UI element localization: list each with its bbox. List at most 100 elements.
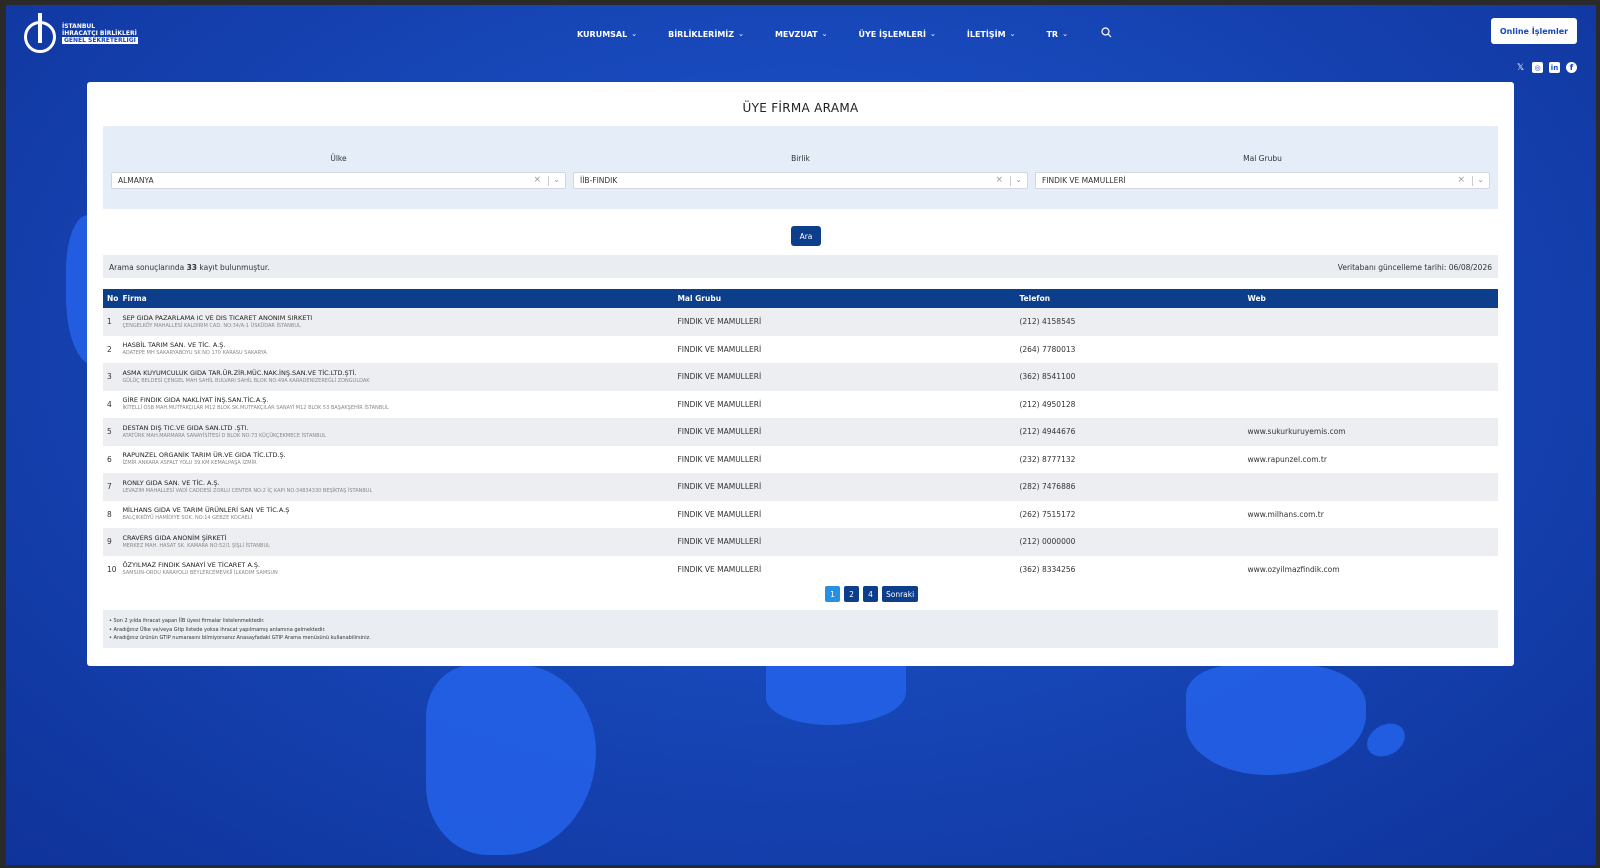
nav-item-iletisim[interactable]: İLETİŞİM ⌄ [967, 30, 1016, 39]
nav-item-birliklerimiz[interactable]: BİRLİKLERİMİZ ⌄ [668, 30, 744, 39]
row-number: 8 [107, 509, 112, 519]
firm-address: İZMİR ANKARA ASFALT YOLU 39.KM KEMALPAŞA… [122, 460, 257, 467]
product-group-cell: FINDIK VE MAMULLERİ [677, 344, 762, 354]
row-number: 6 [107, 454, 112, 464]
web-link[interactable] [1243, 528, 1498, 556]
filter-product-group: Mal Grubu FINDIK VE MAMULLERİ × ⌄ [1035, 154, 1490, 189]
firm-cell: DESTAN DIŞ TIC.VE GIDA SAN.LTD .ŞTI. ATAT… [118, 418, 673, 446]
next-page-button[interactable]: Sonraki [882, 586, 919, 602]
table-row: 1 SEP GIDA PAZARLAMA IC VE DIS TICARET AN… [103, 308, 1498, 336]
page-button[interactable]: 4 [863, 586, 878, 602]
firm-cell: RONLY GIDA SAN. VE TİC. A.Ş. LEVAZIM MAHA… [118, 473, 673, 501]
nav-item-uye-islemleri[interactable]: ÜYE İŞLEMLERİ ⌄ [859, 30, 936, 39]
x-icon[interactable]: 𝕏 [1515, 62, 1526, 73]
row-number: 4 [107, 399, 112, 409]
chevron-down-icon[interactable]: ⌄ [1015, 175, 1022, 184]
firm-cell: HASBİL TARIM SAN. VE TİC. A.Ş. ADATEPE MH… [118, 336, 673, 364]
logo-text: İSTANBUL İHRACATÇI BİRLİKLERİ GENEL SEKR… [62, 23, 138, 44]
result-prefix: Arama sonuçlarında [109, 263, 187, 272]
web-link[interactable] [1243, 336, 1498, 364]
search-card: ÜYE FİRMA ARAMA Ülke ALMANYA × ⌄ Birlik … [87, 82, 1514, 666]
firm-name: ÖZYILMAZ FINDIK SANAYİ VE TİCARET A.Ş. [122, 561, 261, 570]
firm-name: SEP GIDA PAZARLAMA IC VE DIS TICARET ANO… [122, 313, 313, 322]
phone-cell: (212) 4158545 [1019, 317, 1076, 327]
clear-icon[interactable]: × [533, 175, 541, 185]
chevron-down-icon: ⌄ [1009, 30, 1016, 38]
note-item: • Aradığınız Ülke ve/veya Gtip listede y… [109, 626, 326, 633]
select-value: ALMANYA [118, 176, 154, 185]
firm-address: ATATÜRK MAH.MARMARA SANAYİSİTESİ D BLOK … [122, 432, 326, 439]
filter-label: Birlik [791, 154, 810, 163]
site-logo[interactable]: İSTANBUL İHRACATÇI BİRLİKLERİ GENEL SEKR… [24, 13, 138, 53]
facebook-icon[interactable]: f [1566, 62, 1577, 73]
column-header: Firma [122, 294, 147, 303]
linkedin-icon[interactable]: in [1549, 62, 1560, 73]
search-button[interactable]: Ara [791, 226, 821, 246]
result-count-text: Arama sonuçlarında 33 kayıt bulunmuştur. [109, 263, 270, 272]
table-row: 4 GİRE FINDIK GIDA NAKLİYAT İNŞ.SAN.TİC.A… [103, 390, 1498, 419]
logo-line: İHRACATÇI BİRLİKLERİ [62, 29, 137, 37]
union-select[interactable]: İİB-FINDIK × ⌄ [573, 172, 1028, 189]
web-link[interactable] [1243, 363, 1498, 391]
web-link[interactable]: www.ozyilmazfindik.com [1243, 556, 1498, 584]
web-link[interactable]: www.sukurkuruyemis.com [1243, 418, 1498, 446]
firm-cell: GİRE FINDIK GIDA NAKLİYAT İNŞ.SAN.TİC.A.… [118, 391, 673, 419]
note-item: • Son 2 yılda ihracat yapan İİB üyesi fi… [109, 618, 265, 624]
phone-cell: (232) 8777132 [1019, 454, 1076, 464]
nav-label: ÜYE İŞLEMLERİ [858, 29, 927, 39]
main-nav: KURUMSAL ⌄ BİRLİKLERİMİZ ⌄ MEVZUAT ⌄ ÜYE İŞ… [577, 27, 1112, 41]
page-button[interactable]: 1 [825, 586, 840, 602]
clear-icon[interactable]: × [1457, 175, 1465, 185]
chevron-down-icon: ⌄ [1062, 30, 1068, 38]
clear-icon[interactable]: × [995, 175, 1003, 185]
column-header: Telefon [1019, 294, 1051, 303]
country-select[interactable]: ALMANYA × ⌄ [111, 172, 566, 189]
web-link[interactable] [1243, 473, 1498, 501]
row-number: 3 [107, 372, 112, 382]
filter-label: Ülke [330, 154, 347, 163]
divider [1010, 176, 1011, 186]
firm-cell: MİLHANS GIDA VE TARIM ÜRÜNLERİ SAN VE Tİ… [118, 501, 673, 529]
chevron-down-icon[interactable]: ⌄ [553, 175, 560, 184]
info-notes: • Son 2 yılda ihracat yapan İİB üyesi fi… [103, 610, 1498, 648]
divider [548, 176, 549, 186]
product-group-cell: FINDIK VE MAMULLERİ [677, 317, 762, 327]
chevron-down-icon[interactable]: ⌄ [1477, 175, 1484, 184]
product-group-cell: FINDIK VE MAMULLERİ [677, 537, 762, 547]
logo-line: İSTANBUL [62, 22, 96, 30]
nav-item-kurumsal[interactable]: KURUMSAL ⌄ [577, 30, 637, 39]
row-number: 9 [107, 537, 112, 547]
language-selector[interactable]: TR ⌄ [1046, 30, 1068, 39]
chevron-down-icon: ⌄ [631, 30, 638, 38]
firm-address: İKİTELLİ OSB MAH.MUTFAKÇILAR M12 BLOK SK… [122, 405, 389, 412]
page-button[interactable]: 2 [844, 586, 859, 602]
page-background: İSTANBUL İHRACATÇI BİRLİKLERİ GENEL SEKR… [6, 5, 1596, 865]
phone-cell: (362) 8541100 [1019, 372, 1076, 382]
instagram-icon[interactable]: ◎ [1532, 62, 1543, 73]
select-value: FINDIK VE MAMULLERİ [1042, 176, 1126, 185]
nav-label: TR [1046, 29, 1059, 39]
phone-cell: (362) 8334256 [1019, 564, 1076, 574]
online-islemler-button[interactable]: Online İşlemler [1491, 18, 1577, 44]
firm-cell: ÖZYILMAZ FINDIK SANAYİ VE TİCARET A.Ş. SA… [118, 556, 673, 584]
result-count: 33 [186, 263, 198, 272]
nav-item-mevzuat[interactable]: MEVZUAT ⌄ [775, 30, 828, 39]
web-link[interactable] [1243, 391, 1498, 419]
result-suffix: kayıt bulunmuştur. [197, 263, 270, 272]
table-row: 8 MİLHANS GIDA VE TARIM ÜRÜNLERİ SAN VE T… [103, 500, 1498, 529]
web-link[interactable] [1243, 308, 1498, 336]
table-row: 2 HASBİL TARIM SAN. VE TİC. A.Ş. ADATEPE M… [103, 335, 1498, 364]
search-icon[interactable] [1101, 27, 1112, 41]
product-group-cell: FINDIK VE MAMULLERİ [677, 427, 762, 437]
map-landmass [766, 665, 906, 725]
map-landmass [1361, 717, 1411, 763]
phone-cell: (262) 7515172 [1019, 509, 1076, 519]
firm-name: MİLHANS GIDA VE TARIM ÜRÜNLERİ SAN VE Tİ… [122, 506, 290, 515]
firm-address: BALÇIKKÖYÜ HAMİDİYE SOK. NO:14 GEBZE KOC… [122, 515, 253, 522]
web-link[interactable]: www.milhans.com.tr [1243, 501, 1498, 529]
update-date: Veritabanı güncelleme tarihi: 06/08/2026 [1337, 263, 1492, 272]
web-link[interactable]: www.rapunzel.com.tr [1243, 446, 1498, 474]
product-group-select[interactable]: FINDIK VE MAMULLERİ × ⌄ [1035, 172, 1490, 189]
pagination: 1 2 4 Sonraki [825, 586, 919, 602]
firm-address: SAMSUN-ORDU KARAYOLU BEYLERCEMEVKİİ İLKA… [122, 570, 278, 577]
